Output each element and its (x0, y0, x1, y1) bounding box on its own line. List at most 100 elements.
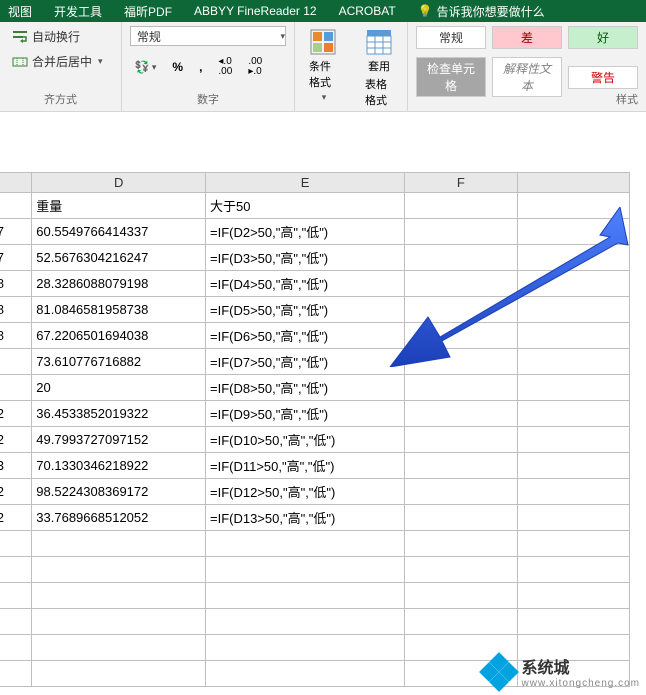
cell[interactable] (405, 375, 517, 401)
cell[interactable] (32, 635, 206, 661)
cell[interactable]: =IF(D4>50,"高","低") (205, 271, 404, 297)
cell[interactable]: 36.4533852019322 (32, 401, 206, 427)
cell[interactable]: =IF(D2>50,"高","低") (205, 219, 404, 245)
cell[interactable] (405, 323, 517, 349)
table-row[interactable]: 873881.0846581958738=IF(D5>50,"高","低") (0, 297, 630, 323)
cell[interactable]: 8923 (0, 453, 32, 479)
table-row[interactable]: 892370.1330346218922=IF(D11>50,"高","低") (0, 453, 630, 479)
tab-acrobat[interactable]: ACROBAT (339, 4, 396, 18)
cell[interactable] (405, 349, 517, 375)
cell-header-gt50[interactable]: 大于50 (205, 193, 404, 219)
table-row[interactable]: 715249.7993727097152=IF(D10>50,"高","低") (0, 427, 630, 453)
cell[interactable] (405, 583, 517, 609)
decrease-decimal-button[interactable]: .00▸.0 (243, 54, 267, 80)
table-row[interactable]: 433760.5549766414337=IF(D2>50,"高","低") (0, 219, 630, 245)
cell-style-explanatory[interactable]: 解释性文本 (492, 57, 562, 97)
cell[interactable] (0, 609, 32, 635)
cell[interactable] (517, 505, 629, 531)
cell[interactable]: 4337 (0, 219, 32, 245)
accounting-format-button[interactable]: 💱▾ (130, 54, 161, 80)
cell[interactable]: =IF(D7>50,"高","低") (205, 349, 404, 375)
cell[interactable] (0, 583, 32, 609)
cell[interactable] (32, 609, 206, 635)
cell[interactable] (517, 401, 629, 427)
table-row[interactable]: 重量大于50 (0, 193, 630, 219)
cell[interactable]: 60.5549766414337 (32, 219, 206, 245)
cell[interactable]: =IF(D6>50,"高","低") (205, 323, 404, 349)
table-row[interactable]: 20=IF(D8>50,"高","低") (0, 375, 630, 401)
cell[interactable]: =IF(D12>50,"高","低") (205, 479, 404, 505)
cell[interactable]: 9322 (0, 401, 32, 427)
cell[interactable] (517, 193, 629, 219)
cell[interactable] (517, 349, 629, 375)
table-row[interactable] (0, 609, 630, 635)
cell[interactable] (0, 661, 32, 687)
col-header-g[interactable] (517, 173, 629, 193)
cell[interactable] (205, 557, 404, 583)
cell[interactable]: =IF(D13>50,"高","低") (205, 505, 404, 531)
cell[interactable]: =IF(D8>50,"高","低") (205, 375, 404, 401)
cell[interactable]: 67.2206501694038 (32, 323, 206, 349)
cell[interactable] (405, 245, 517, 271)
cell[interactable] (405, 531, 517, 557)
cell[interactable]: 28.3286088079198 (32, 271, 206, 297)
cell[interactable]: 20 (32, 375, 206, 401)
cell[interactable]: 81.0846581958738 (32, 297, 206, 323)
cell-style-bad[interactable]: 差 (492, 26, 562, 49)
cell[interactable] (405, 219, 517, 245)
cell[interactable] (205, 609, 404, 635)
table-row[interactable] (0, 531, 630, 557)
cell[interactable] (517, 479, 629, 505)
cell[interactable] (205, 661, 404, 687)
cell[interactable] (32, 557, 206, 583)
cell[interactable] (517, 453, 629, 479)
cell[interactable]: 52.5676304216247 (32, 245, 206, 271)
cell[interactable] (517, 583, 629, 609)
cell[interactable] (517, 297, 629, 323)
tab-view[interactable]: 视图 (8, 3, 32, 20)
cell[interactable] (405, 505, 517, 531)
cell[interactable]: 2052 (0, 505, 32, 531)
table-row[interactable]: 917298.5224308369172=IF(D12>50,"高","低") (0, 479, 630, 505)
table-row[interactable]: 624752.5676304216247=IF(D3>50,"高","低") (0, 245, 630, 271)
tell-me-input[interactable]: 告诉我你想要做什么 (437, 3, 545, 20)
col-header-e[interactable]: E (205, 173, 404, 193)
cell[interactable]: =IF(D10>50,"高","低") (205, 427, 404, 453)
merge-center-button[interactable]: 合并后居中 ▾ (8, 51, 113, 72)
table-row[interactable] (0, 583, 630, 609)
cell-style-good[interactable]: 好 (568, 26, 638, 49)
col-header-f[interactable]: F (405, 173, 517, 193)
cell[interactable] (517, 531, 629, 557)
cell[interactable]: 98.5224308369172 (32, 479, 206, 505)
col-header-c[interactable] (0, 173, 32, 193)
column-headers[interactable]: D E F (0, 173, 630, 193)
cell[interactable] (405, 427, 517, 453)
tab-abbyy[interactable]: ABBYY FineReader 12 (194, 4, 317, 18)
cell[interactable] (405, 401, 517, 427)
comma-format-button[interactable]: , (194, 54, 207, 80)
cell[interactable]: =IF(D3>50,"高","低") (205, 245, 404, 271)
cell[interactable]: 33.7689668512052 (32, 505, 206, 531)
table-row[interactable] (0, 557, 630, 583)
percent-format-button[interactable]: % (167, 54, 188, 80)
cell[interactable]: 73.610776716882 (32, 349, 206, 375)
cell[interactable] (32, 583, 206, 609)
table-row[interactable]: 88273.610776716882=IF(D7>50,"高","低") (0, 349, 630, 375)
col-header-d[interactable]: D (32, 173, 206, 193)
cell[interactable]: 9172 (0, 479, 32, 505)
cell[interactable] (405, 297, 517, 323)
cell[interactable] (517, 557, 629, 583)
cell[interactable] (517, 427, 629, 453)
number-format-combo[interactable]: 常规 ▾ (130, 26, 286, 46)
cell[interactable] (405, 557, 517, 583)
cell[interactable] (32, 531, 206, 557)
tab-foxit-pdf[interactable]: 福昕PDF (124, 3, 172, 20)
wrap-text-button[interactable]: 自动换行 (8, 26, 113, 47)
cell-style-warning[interactable]: 警告 (568, 66, 638, 89)
cell[interactable] (0, 193, 32, 219)
conditional-format-button[interactable]: 条件格式 ▾ (295, 22, 351, 111)
cell[interactable]: 49.7993727097152 (32, 427, 206, 453)
cell[interactable] (32, 661, 206, 687)
worksheet-grid[interactable]: D E F 重量大于50433760.5549766414337=IF(D2>5… (0, 172, 630, 687)
increase-decimal-button[interactable]: ◂.0.00 (213, 54, 237, 80)
